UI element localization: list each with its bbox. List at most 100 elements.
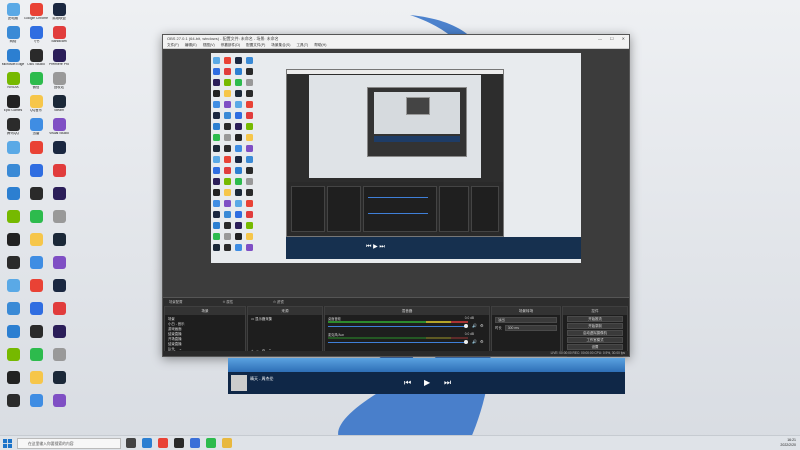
desktop-icon[interactable] (48, 164, 70, 177)
gear-icon[interactable]: ⚙ (480, 323, 484, 328)
taskbar-app-edge-icon[interactable] (142, 438, 152, 448)
desktop-icon[interactable] (2, 279, 24, 292)
desktop-icon[interactable] (2, 302, 24, 315)
desktop-icon[interactable]: Microsoft Edge (2, 49, 24, 71)
desktop-icon[interactable] (25, 210, 47, 223)
desktop-icon[interactable] (48, 141, 70, 154)
desktop-icon[interactable]: 腾讯QQ (2, 118, 24, 140)
desktop-icon[interactable] (48, 210, 70, 223)
desktop-icon[interactable] (2, 256, 24, 269)
volume-slider-handle[interactable] (464, 324, 468, 328)
desktop-icon[interactable] (48, 279, 70, 292)
desktop-icon[interactable] (25, 394, 47, 407)
transition-type-select[interactable]: 淡出 (495, 317, 557, 323)
desktop-icon[interactable]: 此电脑 (2, 3, 24, 25)
desktop-icon[interactable] (25, 141, 47, 154)
maximize-icon[interactable]: ☐ (610, 35, 614, 42)
control-button[interactable]: 工作室模式 (567, 337, 623, 343)
taskbar-app-folder-icon[interactable] (222, 438, 232, 448)
obs-preview[interactable]: ⏮ ▶ ⏭ (163, 49, 629, 297)
control-button[interactable]: 启动虚拟摄像机 (567, 330, 623, 336)
desktop-icon[interactable] (25, 164, 47, 177)
minimize-icon[interactable]: — (598, 35, 602, 42)
next-icon[interactable]: ⏭ (444, 378, 451, 388)
filters-button[interactable]: ⊙ 滤镜 (273, 298, 284, 306)
desktop-icon[interactable] (48, 302, 70, 315)
close-icon[interactable]: ✕ (622, 35, 625, 42)
desktop-icon[interactable] (48, 348, 70, 361)
desktop-icon[interactable] (2, 233, 24, 246)
volume-slider[interactable] (328, 342, 468, 343)
desktop-icon[interactable] (2, 371, 24, 384)
windows-start-icon[interactable] (3, 439, 12, 448)
menu-item[interactable]: 文件(F) (167, 42, 179, 48)
obs-window[interactable]: OBS 27.0.1 (64-bit, windows) - 配置文件: 未命名… (162, 34, 630, 357)
menu-item[interactable]: 配置文件(P) (246, 42, 265, 48)
album-cover[interactable] (231, 375, 247, 391)
desktop-icon[interactable]: OBS Studio (25, 49, 47, 71)
desktop-icon[interactable]: 飞书 (25, 26, 47, 48)
desktop-icon[interactable] (2, 394, 24, 407)
desktop-icon[interactable]: Bandicam (48, 26, 70, 48)
desktop-icon[interactable] (2, 210, 24, 223)
play-icon[interactable]: ▶ (424, 378, 430, 387)
taskbar-app-obs-icon[interactable] (174, 438, 184, 448)
menu-item[interactable]: 停靠部件(D) (221, 42, 240, 48)
desktop-icon[interactable] (48, 256, 70, 269)
taskbar-search-input[interactable]: 在这里输入你要搜索的内容 (17, 438, 121, 449)
desktop-icon[interactable] (25, 302, 47, 315)
menu-item[interactable]: 帮助(H) (314, 42, 326, 48)
desktop-icon[interactable]: Epic Games (2, 95, 24, 117)
speaker-icon[interactable]: 🔊 (472, 323, 477, 328)
desktop-icon[interactable]: 回收站 (48, 72, 70, 94)
taskbar-app-chrome-icon[interactable] (158, 438, 168, 448)
desktop-icon[interactable] (25, 279, 47, 292)
desktop-icon[interactable]: QQ音乐 (25, 95, 47, 117)
desktop-icon[interactable] (25, 256, 47, 269)
desktop-icon[interactable]: Google Chrome (24, 3, 48, 25)
desktop-icon[interactable]: 网络 (2, 26, 24, 48)
desktop-icon[interactable] (25, 187, 47, 200)
menu-item[interactable]: 工具(T) (296, 42, 308, 48)
desktop-icon[interactable] (2, 187, 24, 200)
control-button[interactable]: 设置 (567, 344, 623, 350)
taskbar-app-task-view-icon[interactable] (126, 438, 136, 448)
desktop-icon[interactable] (2, 141, 24, 154)
menu-item[interactable]: 场景集合(S) (271, 42, 290, 48)
desktop-icon[interactable] (25, 233, 47, 246)
speaker-icon[interactable]: 🔊 (472, 339, 477, 344)
desktop-icon[interactable]: 英雄联盟 (48, 3, 70, 25)
menu-item[interactable]: 视图(V) (203, 42, 215, 48)
properties-button[interactable]: ⊙ 属性 (223, 298, 234, 306)
volume-slider-handle[interactable] (464, 340, 468, 344)
desktop-icon[interactable]: 微信 (25, 72, 47, 94)
music-player[interactable]: 晴天 - 周杰伦 ⏮ ▶ ⏭ (228, 358, 625, 394)
control-button[interactable]: 开始推流 (567, 316, 623, 322)
desktop-icon[interactable] (25, 348, 47, 361)
desktop-icon[interactable] (48, 325, 70, 338)
gear-icon[interactable]: ⚙ (480, 339, 484, 344)
desktop-icon[interactable]: Steam (48, 95, 70, 117)
taskbar-app-netease-icon[interactable] (190, 438, 200, 448)
desktop-icon[interactable] (48, 233, 70, 246)
taskbar-app-wechat-icon[interactable] (206, 438, 216, 448)
desktop-icon[interactable] (25, 371, 47, 384)
desktop-icon[interactable] (2, 164, 24, 177)
desktop-icon[interactable]: NVIDIA (2, 72, 24, 94)
desktop-icon[interactable] (2, 348, 24, 361)
obs-title-bar[interactable]: OBS 27.0.1 (64-bit, windows) - 配置文件: 未命名… (163, 35, 629, 42)
desktop-icon[interactable]: 迅雷 (25, 118, 47, 140)
desktop-icon[interactable] (48, 394, 70, 407)
menu-item[interactable]: 编辑(E) (185, 42, 197, 48)
desktop-icon[interactable] (25, 325, 47, 338)
desktop-icon[interactable] (2, 325, 24, 338)
source-item[interactable]: ▭ 显示器采集 (251, 317, 319, 322)
desktop-icon[interactable] (48, 187, 70, 200)
desktop-icon[interactable] (48, 371, 70, 384)
previous-icon[interactable]: ⏮ (404, 378, 411, 388)
volume-slider[interactable] (328, 326, 468, 327)
system-tray[interactable]: 16:21 2022/2/20 (780, 438, 796, 448)
duration-input[interactable]: 300 ms (504, 325, 557, 331)
desktop-icon[interactable]: Premiere Pro (48, 49, 70, 71)
control-button[interactable]: 开始录制 (567, 323, 623, 329)
